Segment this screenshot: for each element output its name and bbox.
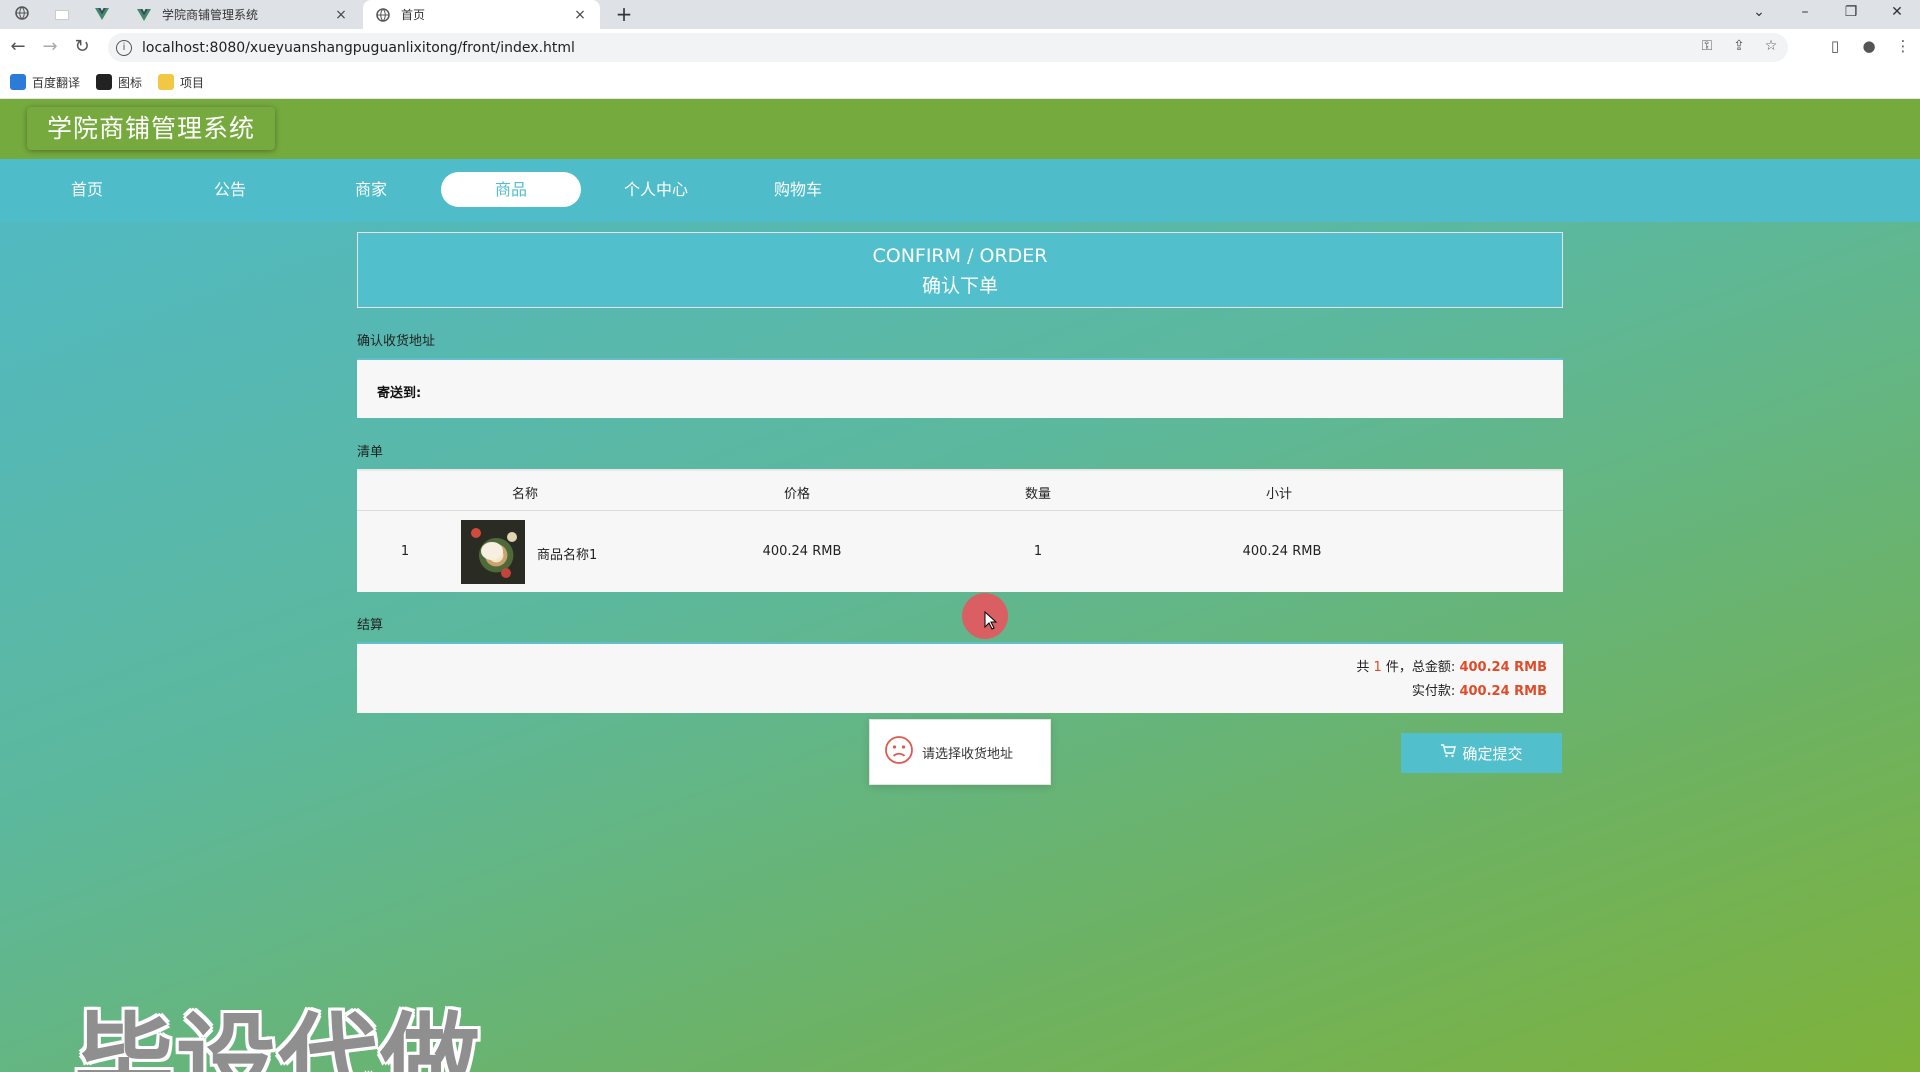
site-info-icon[interactable]: i: [116, 39, 132, 56]
omnibox-actions: ⚿ ⇪ ☆: [1698, 37, 1780, 55]
bookmark-icons[interactable]: 图标: [96, 74, 142, 91]
image-icon: [96, 74, 113, 90]
globe-icon: [15, 5, 29, 24]
mouse-cursor-icon: [984, 610, 998, 635]
table-header: 名称 价格 数量 小计: [357, 471, 1563, 511]
submit-order-button[interactable]: 确定提交: [1401, 733, 1562, 773]
tab-title: 学院商铺管理系统: [162, 8, 259, 22]
ship-to-label: 寄送到:: [377, 386, 422, 401]
item-index: 1: [400, 544, 410, 559]
tab-search-icon[interactable]: ⌄: [1736, 0, 1782, 29]
window-controls: ⌄ – ❐ ✕: [1736, 0, 1920, 29]
address-bar[interactable]: i localhost:8080/xueyuanshangpuguanlixit…: [108, 33, 1788, 62]
site-header: 学院商铺管理系统: [0, 99, 1920, 159]
total-label: 件，总金额:: [1385, 660, 1456, 675]
translate-icon: [10, 74, 26, 90]
restore-icon[interactable]: ❐: [1828, 0, 1874, 29]
profile-icon[interactable]: ●: [1858, 35, 1880, 57]
sad-face-icon: [884, 735, 914, 769]
minimize-icon[interactable]: –: [1782, 0, 1828, 29]
url-text: localhost:8080/xueyuanshangpuguanlixiton…: [142, 39, 575, 56]
count-prefix: 共: [1356, 660, 1370, 675]
new-tab-button[interactable]: +: [612, 2, 636, 26]
share-icon[interactable]: ⇪: [1730, 37, 1748, 55]
bookmark-baidu-translate[interactable]: 百度翻译: [10, 74, 80, 91]
nav-merchants[interactable]: 商家: [301, 172, 441, 207]
bookmark-label: 百度翻译: [32, 75, 81, 90]
banner-title-cn: 确认下单: [921, 275, 998, 297]
folder-icon: [158, 74, 175, 90]
tab-title: 首页: [401, 8, 426, 22]
vue-logo-icon: [95, 5, 109, 24]
paid-line: 实付款: 400.24 RMB: [1412, 680, 1547, 699]
total-amount: 400.24 RMB: [1459, 660, 1547, 675]
key-icon[interactable]: ⚿: [1698, 37, 1716, 55]
nav-cart[interactable]: 购物车: [728, 172, 868, 207]
total-line: 共 1 件，总金额: 400.24 RMB: [1356, 656, 1547, 675]
column-header: 名称: [511, 487, 538, 502]
toast-message: 请选择收货地址: [869, 719, 1051, 785]
tab-shop-system[interactable]: 学院商铺管理系统 ×: [124, 0, 361, 29]
nav-products[interactable]: 商品: [441, 172, 581, 207]
product-thumbnail[interactable]: [461, 520, 525, 584]
main-nav: 首页 公告 商家 商品 个人中心 购物车: [0, 159, 1920, 222]
tab-close-icon[interactable]: ×: [572, 7, 588, 23]
vue-logo-icon: [136, 7, 152, 23]
site-title[interactable]: 学院商铺管理系统: [27, 107, 276, 150]
blank-page-icon: [55, 9, 69, 20]
submit-label: 确定提交: [1462, 745, 1523, 763]
paid-label: 实付款:: [1411, 684, 1456, 699]
tab-close-icon[interactable]: ×: [333, 7, 349, 23]
browser-toolbar: ← → ↻ i localhost:8080/xueyuanshangpugua…: [0, 29, 1920, 66]
toast-text: 请选择收货地址: [922, 746, 1014, 762]
nav-notices[interactable]: 公告: [160, 172, 300, 207]
list-section-label: 清单: [357, 445, 384, 460]
column-header: 小计: [1265, 487, 1292, 502]
item-subtotal: 400.24 RMB: [1242, 544, 1322, 559]
tab-home[interactable]: 首页 ×: [363, 0, 600, 29]
browser-tab-bar: 学院商铺管理系统 × 首页 × + ⌄ – ❐ ✕: [0, 0, 1920, 29]
pinned-tab-vue[interactable]: [84, 0, 120, 29]
order-banner: CONFIRM / ORDER 确认下单: [357, 232, 1563, 308]
side-panel-icon[interactable]: ▯: [1824, 35, 1846, 57]
menu-icon[interactable]: ⋮: [1892, 35, 1914, 57]
back-icon[interactable]: ←: [6, 35, 30, 59]
toolbar-actions: ▯ ● ⋮: [1824, 35, 1914, 57]
item-count: 1: [1373, 660, 1382, 675]
column-header: 价格: [783, 487, 810, 502]
reload-icon[interactable]: ↻: [70, 35, 94, 59]
checkout-summary: 共 1 件，总金额: 400.24 RMB 实付款: 400.24 RMB: [357, 642, 1563, 713]
column-header: 数量: [1024, 487, 1051, 502]
banner-title-en: CONFIRM / ORDER: [872, 245, 1048, 267]
forward-icon[interactable]: →: [38, 35, 62, 59]
globe-icon: [375, 7, 391, 23]
paid-amount: 400.24 RMB: [1459, 684, 1547, 699]
watermark-text: 毕设代做: [74, 1002, 482, 1072]
star-icon[interactable]: ☆: [1762, 37, 1780, 55]
order-items-table: 名称 价格 数量 小计 1 商品名称1 400.24 RMB 1 400.24 …: [357, 469, 1563, 592]
pinned-tab-blank[interactable]: [44, 0, 80, 29]
nav-personal-center[interactable]: 个人中心: [586, 172, 726, 207]
bookmark-project[interactable]: 项目: [158, 74, 204, 91]
pinned-tab-globe[interactable]: [4, 0, 40, 29]
address-box[interactable]: 寄送到:: [357, 358, 1563, 418]
bookmark-label: 项目: [180, 75, 205, 90]
nav-home[interactable]: 首页: [17, 172, 157, 207]
item-quantity: 1: [1033, 544, 1043, 559]
table-row: 1 商品名称1 400.24 RMB 1 400.24 RMB: [357, 511, 1563, 593]
page-body: 学院商铺管理系统 首页 公告 商家 商品 个人中心 购物车 CONFIRM / …: [0, 99, 1920, 1072]
checkout-section-label: 结算: [357, 618, 384, 633]
item-name: 商品名称1: [537, 548, 598, 563]
close-window-icon[interactable]: ✕: [1874, 0, 1920, 29]
cart-icon: [1440, 744, 1457, 762]
bookmark-label: 图标: [118, 75, 143, 90]
address-section-label: 确认收货地址: [357, 334, 436, 349]
bookmarks-bar: 百度翻译 图标 项目: [0, 66, 1920, 99]
item-price: 400.24 RMB: [762, 544, 842, 559]
